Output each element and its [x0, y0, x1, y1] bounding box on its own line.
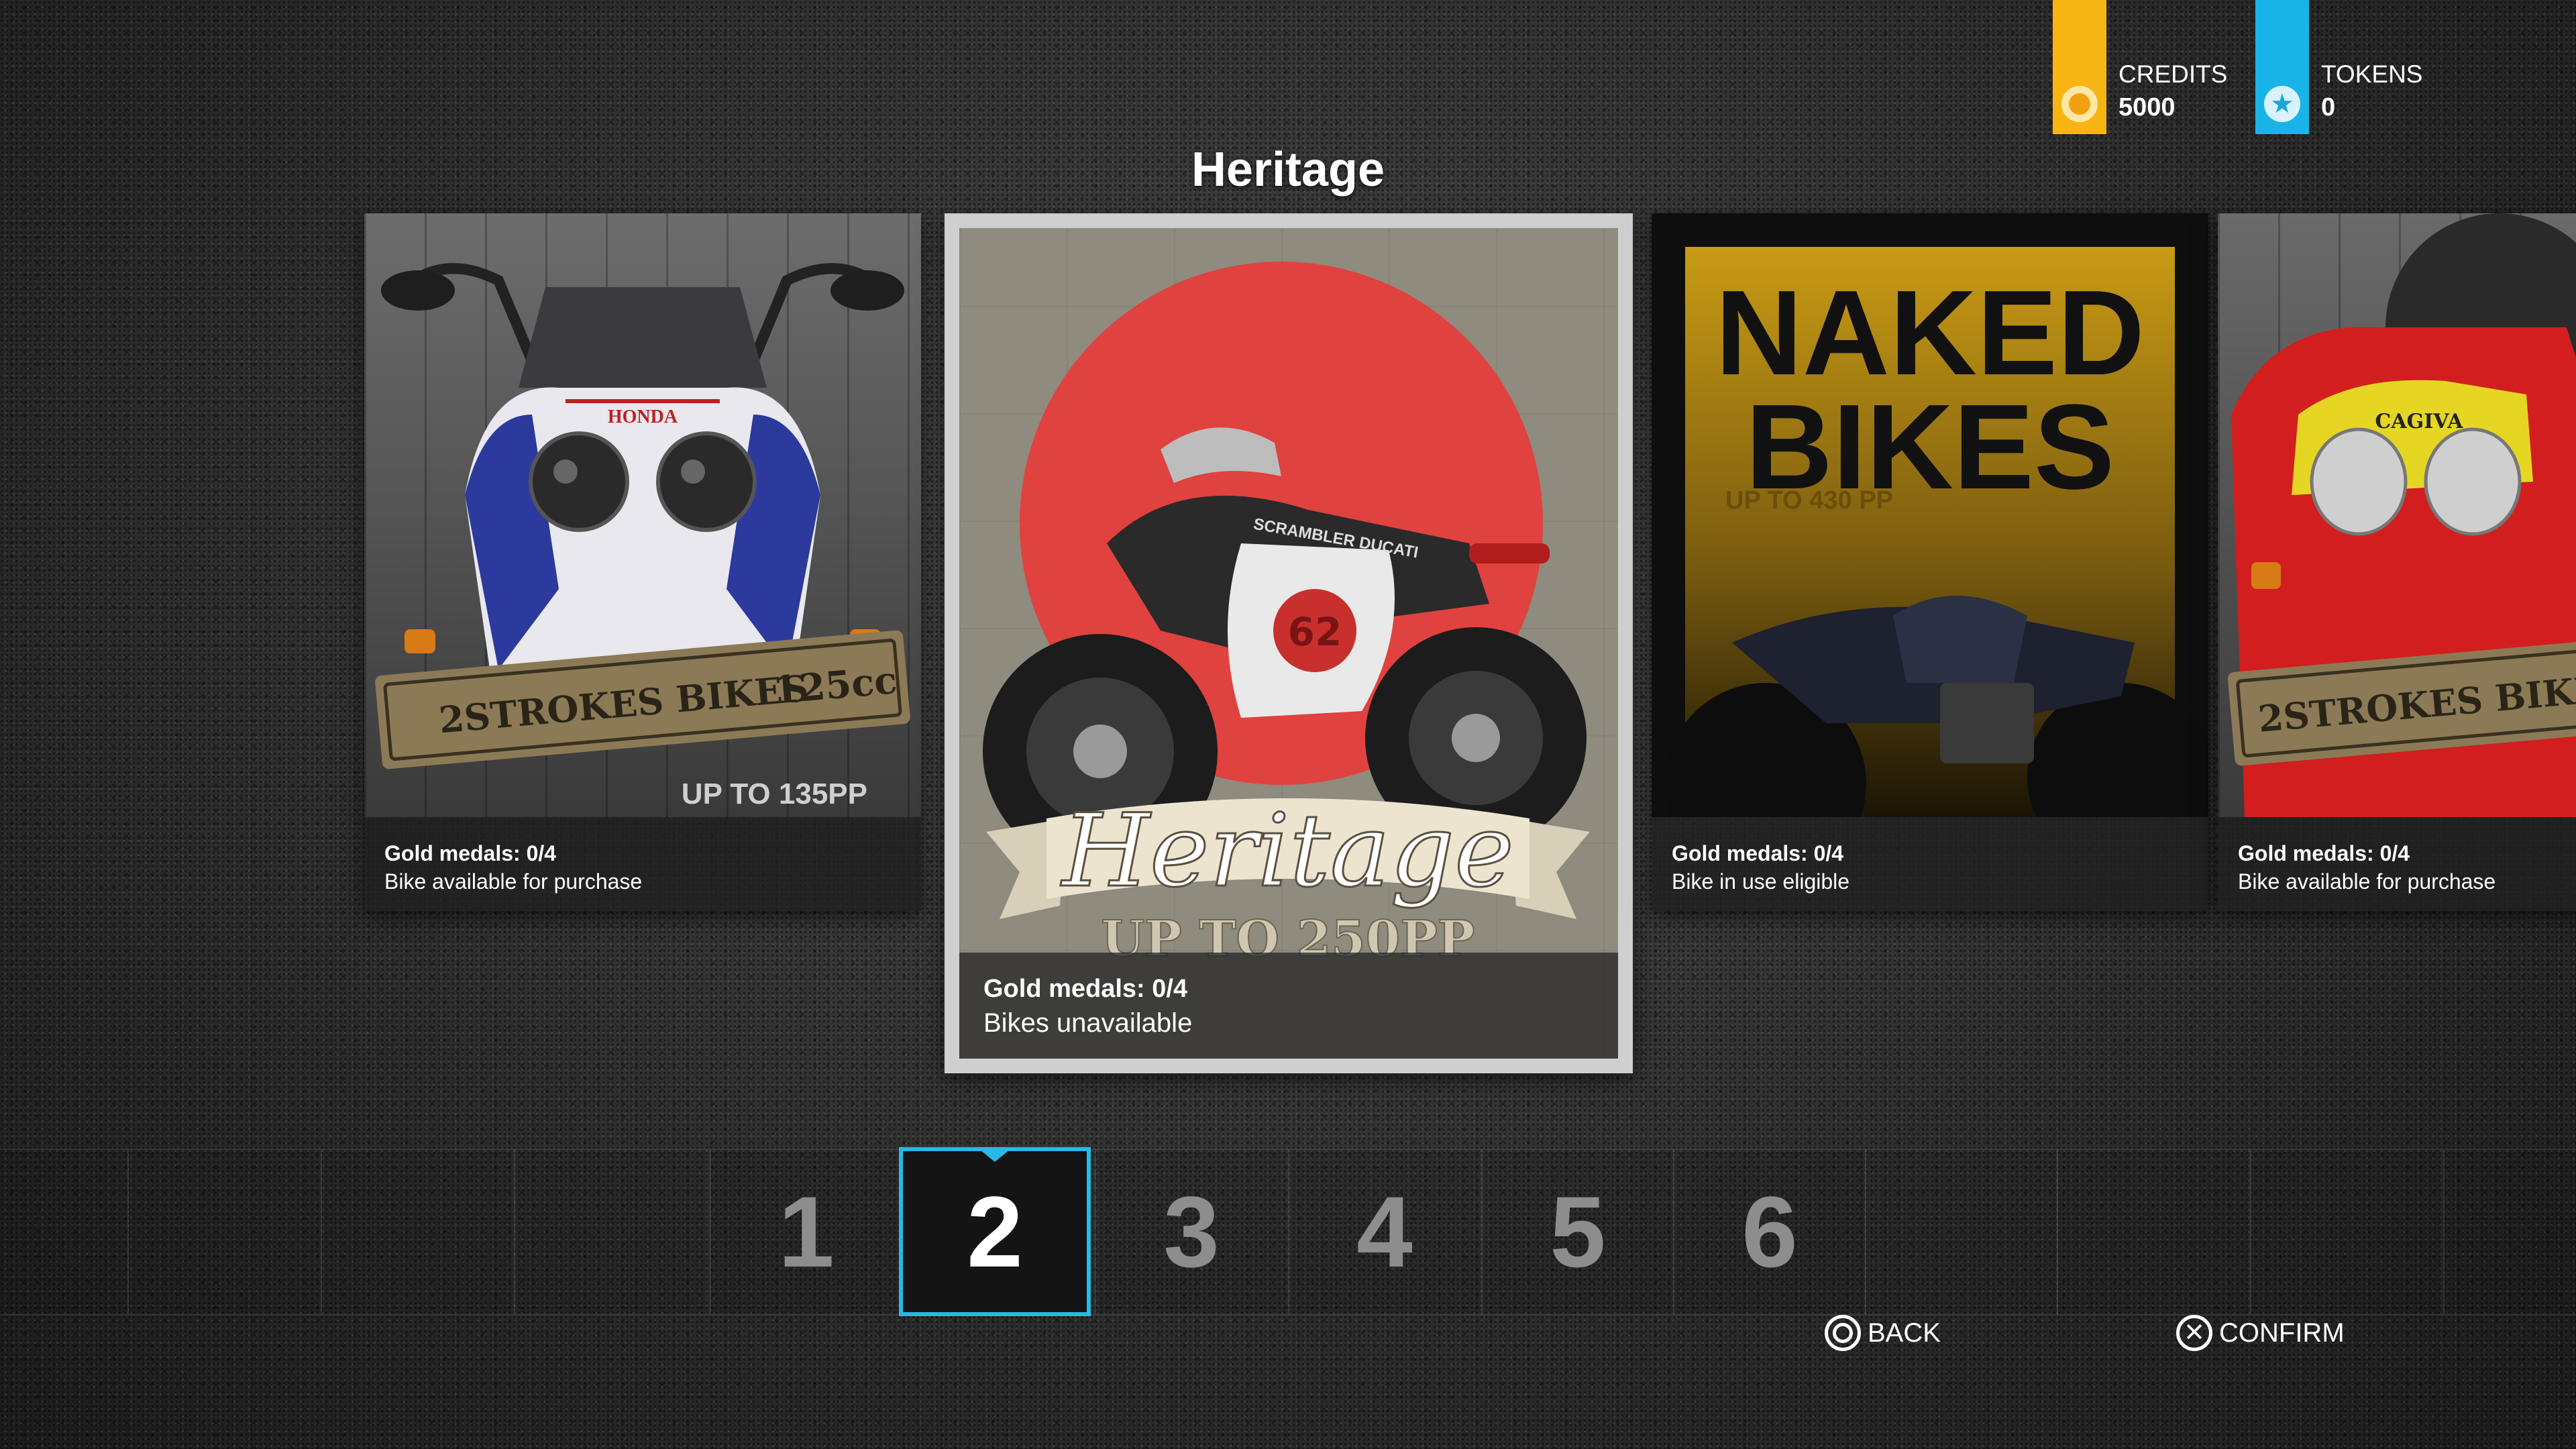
confirm-label: CONFIRM: [2219, 1318, 2345, 1348]
page-slot-3[interactable]: 3: [1095, 1150, 1287, 1314]
gold-medals-text: Gold medals: 0/4: [983, 975, 1188, 1003]
card-info: Gold medals: 0/4 Bike available for purc…: [364, 817, 921, 911]
card-status-text: Bikes unavailable: [983, 1008, 1193, 1038]
credits-label: CREDITS: [2118, 60, 2228, 88]
page-slot-5[interactable]: 5: [1481, 1150, 1673, 1314]
empty-slot: [321, 1150, 513, 1314]
honda-logo: HONDA: [608, 407, 678, 427]
card-status-text: Bike in use eligible: [1672, 869, 1850, 894]
tank-number: 62: [1288, 609, 1342, 655]
cross-button-icon: ✕: [2176, 1315, 2212, 1351]
gold-medals-text: Gold medals: 0/4: [2238, 841, 2410, 865]
card-info: Gold medals: 0/4 Bikes unavailable: [959, 953, 1618, 1059]
poster-pp-text: UP TO 135PP: [682, 777, 867, 810]
tokens-display: TOKENS 0: [2255, 0, 2457, 134]
empty-slot: [0, 1150, 127, 1314]
event-card-2strokes-125[interactable]: HONDA 2STROKES BIKES 125cc UP TO 135PP G…: [364, 213, 921, 911]
event-card-heritage[interactable]: 62 SCRAMBLER DUCATI Heritage UP TO 250PP…: [945, 213, 1633, 1073]
card-status-text: Bike available for purchase: [384, 869, 643, 894]
confirm-button[interactable]: ✕ CONFIRM: [2176, 1315, 2345, 1351]
empty-slot: [2057, 1150, 2249, 1314]
poster-script-title: Heritage: [1060, 793, 1514, 910]
page-selector: 1 2 3 4 5 6: [0, 1147, 2576, 1316]
card-poster-image: HONDA 2STROKES BIKES 125cc UP TO 135PP: [364, 213, 921, 817]
gold-medals-text: Gold medals: 0/4: [384, 841, 557, 865]
selection-marker: [980, 1150, 1010, 1162]
credits-value: 5000: [2118, 93, 2176, 121]
tokens-bar: [2255, 0, 2309, 134]
back-label: BACK: [1868, 1318, 1941, 1348]
event-card-2strokes[interactable]: CAGIVA 2STROKES BIKES Gold medals: 0/4 B…: [2218, 213, 2576, 911]
empty-slot: [127, 1150, 319, 1314]
empty-slot: [514, 1150, 706, 1314]
credits-bar: [2053, 0, 2106, 134]
card-status-text: Bike available for purchase: [2238, 869, 2496, 894]
page-slot-2-selected[interactable]: 2: [899, 1147, 1091, 1316]
page-slot-1[interactable]: 1: [710, 1150, 902, 1314]
cagiva-logo: CAGIVA: [2375, 410, 2463, 433]
page-title: Heritage: [1191, 143, 1385, 197]
card-poster-image: NAKED BIKES UP TO 430 PP: [1652, 213, 2208, 884]
empty-slot: [2250, 1150, 2442, 1314]
tokens-value: 0: [2321, 93, 2336, 121]
empty-slot: [2443, 1150, 2576, 1314]
credits-display: CREDITS 5000: [2053, 0, 2254, 134]
star-token-icon: [2264, 86, 2300, 122]
back-button[interactable]: BACK: [1825, 1315, 1941, 1351]
coin-icon: [2061, 86, 2098, 122]
card-info: Gold medals: 0/4 Bike in use eligible: [1652, 817, 2208, 911]
gold-medals-text: Gold medals: 0/4: [1672, 841, 1844, 865]
poster-pp-text: UP TO 430 PP: [1725, 486, 1893, 515]
card-poster-image: 62 SCRAMBLER DUCATI Heritage UP TO 250PP…: [959, 228, 1618, 1059]
page-slot-4[interactable]: 4: [1288, 1150, 1480, 1314]
page-number: 2: [967, 1175, 1023, 1288]
circle-button-icon: [1825, 1315, 1861, 1351]
event-card-naked-bikes[interactable]: NAKED BIKES UP TO 430 PP Gold medals: 0/…: [1652, 213, 2208, 911]
empty-slot: [1865, 1150, 2057, 1314]
page-slot-6[interactable]: 6: [1673, 1150, 1865, 1314]
card-info: Gold medals: 0/4 Bike available for purc…: [2218, 817, 2576, 911]
tokens-label: TOKENS: [2321, 60, 2423, 88]
card-poster-image: CAGIVA 2STROKES BIKES: [2218, 213, 2576, 817]
